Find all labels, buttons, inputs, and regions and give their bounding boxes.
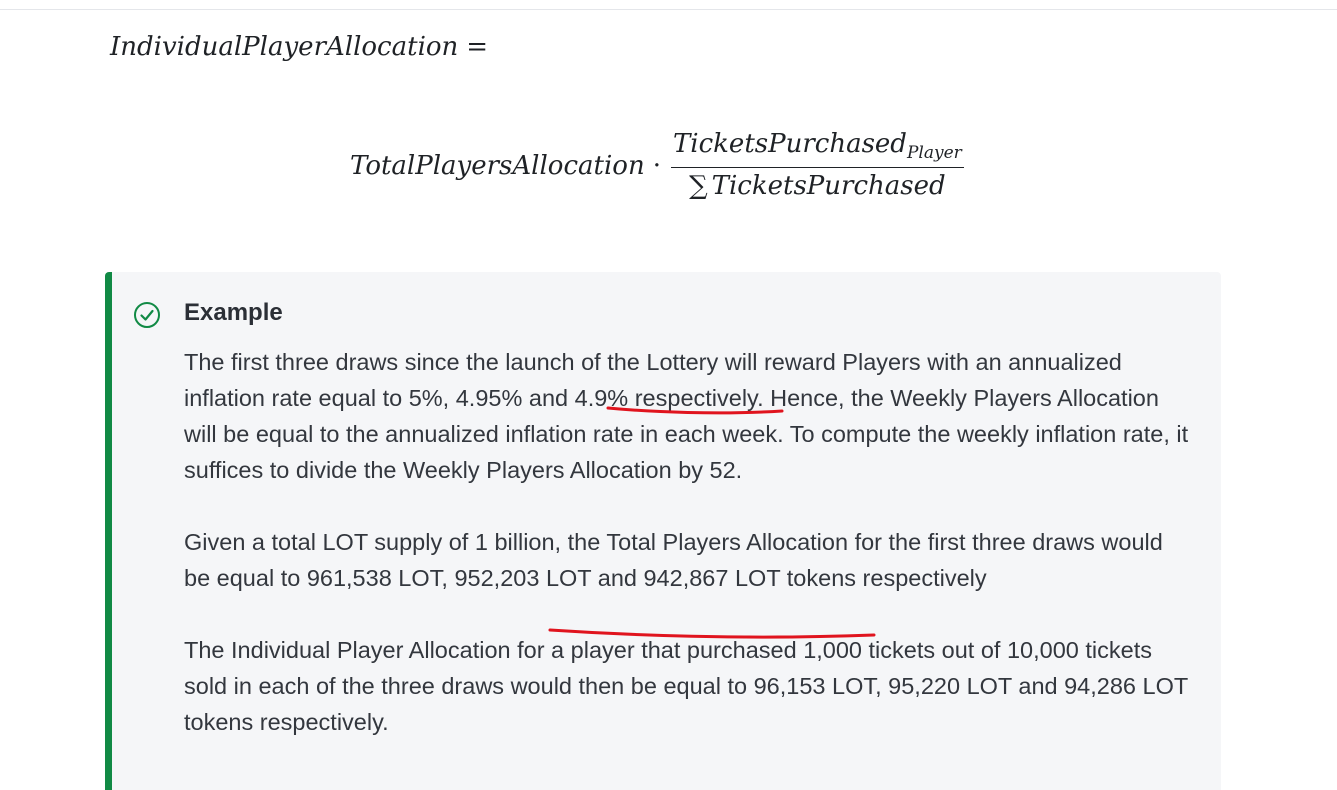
p1-underlined-rates: 4.95% and 4.9%	[455, 385, 629, 411]
check-circle-icon	[134, 302, 160, 328]
numerator-text: TicketsPurchased	[672, 129, 907, 160]
top-divider	[0, 9, 1337, 10]
formula-rhs-term: TotalPlayersAllocation	[350, 151, 645, 181]
callout-body: The first three draws since the launch o…	[184, 344, 1194, 776]
formula-denominator: ∑ TicketsPurchased	[689, 168, 946, 202]
paragraph-individual-allocation: The Individual Player Allocation for a p…	[184, 637, 1188, 735]
p2-underlined-amounts: 952,203 LOT and 942,867 LOT	[454, 565, 781, 591]
formula-rhs: TotalPlayersAllocation · TicketsPurchase…	[350, 124, 964, 208]
docs-page: IndividualPlayerAllocation = TotalPlayers…	[0, 0, 1337, 790]
formula-equals: =	[466, 32, 489, 62]
paragraph-total-allocation: Given a total LOT supply of 1 billion, t…	[184, 524, 1194, 596]
formula-numerator: TicketsPurchasedPlayer	[670, 129, 964, 168]
formula-operator: ·	[652, 151, 661, 181]
callout-title: Example	[184, 299, 283, 326]
paragraph-inflation: The first three draws since the launch o…	[184, 344, 1194, 488]
p2-text-after: tokens respectively	[780, 565, 987, 591]
denominator-text: TicketsPurchased	[711, 170, 946, 201]
formula-lhs: IndividualPlayerAllocation =	[110, 32, 488, 62]
callout-accent-bar	[105, 272, 112, 790]
formula-fraction: TicketsPurchasedPlayer ∑ TicketsPurchased	[670, 129, 964, 202]
example-callout: Example The first three draws since the …	[105, 272, 1221, 790]
formula-lhs-variable: IndividualPlayerAllocation	[110, 32, 459, 62]
sum-symbol: ∑	[689, 170, 708, 201]
numerator-subscript: Player	[906, 143, 962, 164]
